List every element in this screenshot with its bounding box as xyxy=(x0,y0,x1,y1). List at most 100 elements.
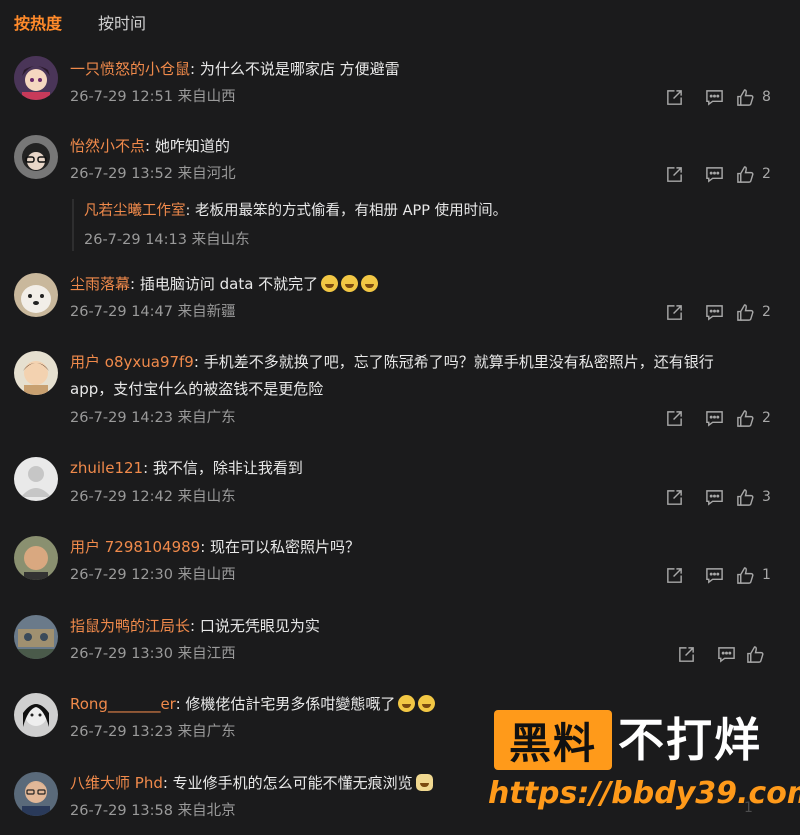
comment-icon xyxy=(705,567,723,584)
comment-text: 修機佬估計宅男多係咁變態嘅了 xyxy=(185,695,396,713)
reply-item: 凡若尘曦工作室: 老板用最笨的方式偷看，有相册 APP 使用时间。 26-7-2… xyxy=(72,199,507,251)
share-icon xyxy=(666,304,682,320)
avatar[interactable] xyxy=(14,273,58,317)
comment-item: 指鼠为鸭的江局长: 口说无凭眼见为实 26-7-29 13:30 来自江西 xyxy=(0,613,800,683)
watermark-slogan: 不打烊 xyxy=(618,713,762,767)
comment-username[interactable]: 尘雨落幕 xyxy=(70,275,130,293)
watermark-url: https://bbdy39.com xyxy=(488,776,800,811)
like-count: 2 xyxy=(762,304,771,320)
comment-item: 一只愤怒的小仓鼠: 为什么不说是哪家店 方便避雷 26-7-29 12:51 来… xyxy=(0,54,800,124)
comment-text: 现在可以私密照片吗？ xyxy=(210,538,361,556)
thumbs-up-icon xyxy=(747,645,764,663)
comment-location: 来自广东 xyxy=(177,724,236,740)
comment-username[interactable]: zhuile121 xyxy=(70,459,143,477)
watermark-logo-box: 黑料 xyxy=(494,710,612,770)
comment-location: 来自北京 xyxy=(177,803,236,819)
comment-username[interactable]: 怡然小不点 xyxy=(70,137,145,155)
like-button[interactable]: 1 xyxy=(734,564,778,586)
laughing-emoji-icon xyxy=(341,275,359,292)
reply-text: 老板用最笨的方式偷看，有相册 APP 使用时间。 xyxy=(195,203,508,219)
avatar[interactable] xyxy=(14,536,58,580)
reply-time: 26-7-29 14:13 xyxy=(84,232,187,248)
reply-username[interactable]: 凡若尘曦工作室 xyxy=(84,203,186,219)
avatar[interactable] xyxy=(14,772,58,816)
comment-time: 26-7-29 14:23 xyxy=(70,410,173,426)
comment-username[interactable]: 八维大师 Phd xyxy=(70,774,163,792)
comment-icon xyxy=(705,410,723,427)
share-button[interactable] xyxy=(654,407,694,429)
thumbs-up-icon xyxy=(736,88,754,106)
comment-text: 她咋知道的 xyxy=(154,137,230,155)
share-button[interactable] xyxy=(654,564,694,586)
comment-time: 26-7-29 13:30 xyxy=(70,646,173,662)
comment-item: 尘雨落幕: 插电脑访问 data 不就完了 26-7-29 14:47 来自新疆… xyxy=(0,271,800,341)
comment-text: 手机差不多就换了吧，忘了陈冠希了吗？就算手机里没有私密照片，还有银行 xyxy=(203,353,714,371)
avatar[interactable] xyxy=(14,351,58,395)
share-icon xyxy=(666,166,682,182)
comment-username[interactable]: 用户 o8yxua97f9 xyxy=(70,353,194,371)
tab-by-hotness[interactable]: 按热度 xyxy=(14,12,62,38)
comment-time: 26-7-29 14:47 xyxy=(70,304,173,320)
comment-username[interactable]: 用户 7298104989 xyxy=(70,538,200,556)
comment-time: 26-7-29 13:52 xyxy=(70,166,173,182)
reply-button[interactable] xyxy=(694,301,734,323)
thumbs-up-icon xyxy=(736,409,754,427)
comment-icon xyxy=(717,646,735,663)
like-count: 2 xyxy=(762,166,771,182)
comment-username[interactable]: 指鼠为鸭的江局长 xyxy=(70,617,190,635)
avatar[interactable] xyxy=(14,615,58,659)
comment-location: 来自河北 xyxy=(177,166,236,182)
comment-username[interactable]: Rong_______er xyxy=(70,695,176,713)
reply-button[interactable] xyxy=(694,564,734,586)
comment-text: 专业修手机的怎么可能不懂无痕浏览 xyxy=(172,774,413,792)
comment-location: 来自山东 xyxy=(177,489,236,505)
like-button[interactable]: 3 xyxy=(734,486,778,508)
like-button[interactable]: 8 xyxy=(734,86,778,108)
comment-item: 用户 o8yxua97f9: 手机差不多就换了吧，忘了陈冠希了吗？就算手机里没有… xyxy=(0,349,800,439)
avatar[interactable] xyxy=(14,693,58,737)
like-count: 3 xyxy=(762,489,771,505)
comment-time: 26-7-29 12:42 xyxy=(70,489,173,505)
comment-username[interactable]: 一只愤怒的小仓鼠 xyxy=(70,60,190,78)
comment-icon xyxy=(705,166,723,183)
like-button[interactable] xyxy=(746,643,778,665)
comment-text: 口说无凭眼见为实 xyxy=(199,617,320,635)
sort-tabs: 按热度 按时间 xyxy=(14,12,146,38)
reply-button[interactable] xyxy=(694,407,734,429)
like-count: 2 xyxy=(762,410,771,426)
reply-button[interactable] xyxy=(706,643,746,665)
smirk-emoji-icon xyxy=(418,695,436,712)
comment-text: 我不信，除非让我看到 xyxy=(152,459,303,477)
share-button[interactable] xyxy=(666,643,706,665)
reply-button[interactable] xyxy=(694,486,734,508)
comment-time: 26-7-29 12:51 xyxy=(70,89,173,105)
reply-button[interactable] xyxy=(694,86,734,108)
comment-item: zhuile121: 我不信，除非让我看到 26-7-29 12:42 来自山东… xyxy=(0,455,800,525)
watermark: 黑料 不打烊 https://bbdy39.com xyxy=(488,706,800,818)
reply-location: 来自山东 xyxy=(191,232,250,248)
thumbs-up-icon xyxy=(736,165,754,183)
reply-button[interactable] xyxy=(694,163,734,185)
thumbs-up-icon xyxy=(736,303,754,321)
tab-by-time[interactable]: 按时间 xyxy=(98,12,146,38)
smirk-emoji-icon xyxy=(398,695,416,712)
cat-emoji-icon xyxy=(415,774,433,791)
laughing-emoji-icon xyxy=(361,275,379,292)
like-button[interactable]: 2 xyxy=(734,301,778,323)
thumbs-up-icon xyxy=(736,488,754,506)
like-button[interactable]: 2 xyxy=(734,163,778,185)
share-icon xyxy=(666,489,682,505)
share-button[interactable] xyxy=(654,301,694,323)
comment-icon xyxy=(705,304,723,321)
share-button[interactable] xyxy=(654,163,694,185)
share-button[interactable] xyxy=(654,86,694,108)
avatar[interactable] xyxy=(14,457,58,501)
avatar[interactable] xyxy=(14,135,58,179)
share-icon xyxy=(678,646,694,662)
like-button[interactable]: 2 xyxy=(734,407,778,429)
share-button[interactable] xyxy=(654,486,694,508)
like-count: 1 xyxy=(762,567,771,583)
comment-text: 插电脑访问 data 不就完了 xyxy=(139,275,319,293)
avatar[interactable] xyxy=(14,56,58,100)
comment-location: 来自山西 xyxy=(177,567,236,583)
